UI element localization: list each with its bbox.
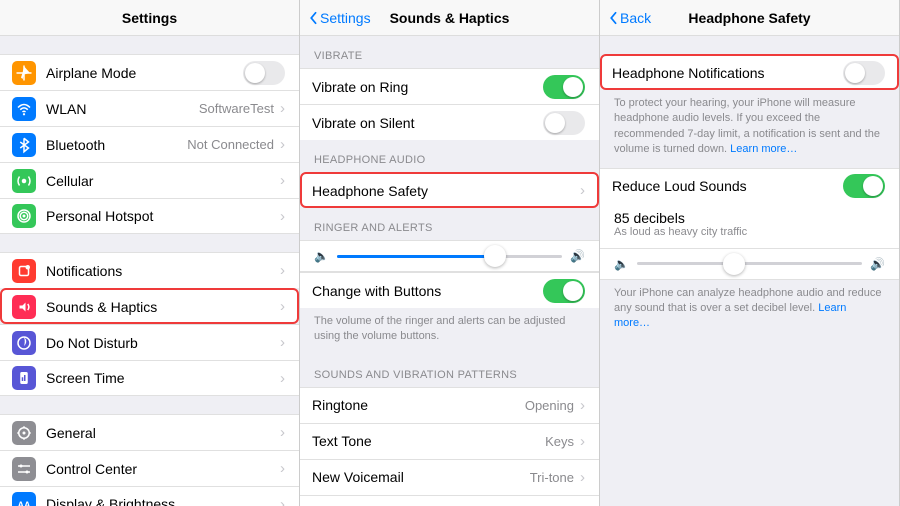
learn-more-link[interactable]: Learn more… [730,143,797,155]
section-header-patterns: SOUNDS AND VIBRATION PATTERNS [300,355,599,387]
chevron-left-icon [308,11,318,25]
chevron-right-icon: › [280,496,285,506]
row-notifications[interactable]: Notifications› [0,252,299,288]
dnd-icon [12,331,36,355]
row-text-tone[interactable]: Text ToneKeys› [300,423,599,459]
page-title: Settings [122,10,177,26]
control-icon [12,457,36,481]
row-calendar-alerts[interactable]: Calendar AlertsChord› [300,495,599,506]
toggle[interactable] [543,75,585,99]
toggle[interactable] [843,61,885,85]
notifications-icon [12,259,36,283]
chevron-right-icon: › [280,136,285,153]
general-icon [12,421,36,445]
chevron-right-icon: › [580,397,585,414]
row-bluetooth[interactable]: BluetoothNot Connected› [0,126,299,162]
row-vibrate-ring[interactable]: Vibrate on Ring [300,68,599,104]
slider[interactable] [637,262,862,265]
slider[interactable] [337,255,562,258]
row-reduce-loud-sounds[interactable]: Reduce Loud Sounds [600,168,899,204]
chevron-right-icon: › [580,182,585,199]
navbar: Settings [0,0,299,36]
row-decibel-slider[interactable]: 🔈 🔊 [600,249,899,280]
section-footer: To protect your hearing, your iPhone wil… [600,90,899,168]
chevron-left-icon [608,11,618,25]
chevron-right-icon: › [280,424,285,441]
row-display-brightness[interactable]: AADisplay & Brightness› [0,486,299,506]
volume-high-icon: 🔊 [870,257,885,271]
chevron-right-icon: › [280,460,285,477]
row-wlan[interactable]: WLANSoftwareTest› [0,90,299,126]
screentime-icon [12,366,36,390]
section-header-headphone: HEADPHONE AUDIO [300,140,599,172]
volume-low-icon: 🔈 [614,257,629,271]
chevron-right-icon: › [580,433,585,450]
cellular-icon [12,169,36,193]
chevron-right-icon: › [280,208,285,225]
row-headphone-safety[interactable]: Headphone Safety › [300,172,599,208]
toggle[interactable] [543,279,585,303]
display-icon: AA [12,492,36,506]
row-general[interactable]: General› [0,414,299,450]
row-do-not-disturb[interactable]: Do Not Disturb› [0,324,299,360]
svg-text:AA: AA [18,500,31,506]
bluetooth-icon [12,133,36,157]
back-button[interactable]: Settings [308,10,371,26]
chevron-right-icon: › [580,469,585,486]
page-title: Headphone Safety [688,10,810,26]
headphone-safety-panel: Back Headphone Safety Headphone Notifica… [600,0,900,506]
section-footer: Your iPhone can analyze headphone audio … [600,280,899,342]
navbar: Settings Sounds & Haptics [300,0,599,36]
row-decibel-readout: 85 decibels As loud as heavy city traffi… [600,204,899,249]
toggle[interactable] [543,111,585,135]
wifi-icon [12,97,36,121]
section-footer: The volume of the ringer and alerts can … [300,308,599,355]
back-button[interactable]: Back [608,10,651,26]
row-ringtone[interactable]: RingtoneOpening› [300,387,599,423]
chevron-right-icon: › [280,298,285,315]
volume-low-icon: 🔈 [314,249,329,263]
hotspot-icon [12,204,36,228]
row-ringer-slider[interactable]: 🔈 🔊 [300,240,599,272]
row-cellular[interactable]: Cellular› [0,162,299,198]
toggle[interactable] [843,174,885,198]
row-airplane-mode[interactable]: Airplane Mode [0,54,299,90]
chevron-right-icon: › [280,100,285,117]
chevron-right-icon: › [280,172,285,189]
row-personal-hotspot[interactable]: Personal Hotspot› [0,198,299,234]
settings-panel: Settings Airplane ModeWLANSoftwareTest›B… [0,0,300,506]
row-screen-time[interactable]: Screen Time› [0,360,299,396]
sounds-icon [12,295,36,319]
row-change-with-buttons[interactable]: Change with Buttons [300,272,599,308]
section-header-vibrate: VIBRATE [300,36,599,68]
chevron-right-icon: › [280,370,285,387]
chevron-right-icon: › [280,262,285,279]
sounds-haptics-panel: Settings Sounds & Haptics VIBRATE Vibrat… [300,0,600,506]
volume-high-icon: 🔊 [570,249,585,263]
toggle[interactable] [243,61,285,85]
chevron-right-icon: › [280,334,285,351]
airplane-icon [12,61,36,85]
row-headphone-notifications[interactable]: Headphone Notifications [600,54,899,90]
row-control-center[interactable]: Control Center› [0,450,299,486]
page-title: Sounds & Haptics [390,10,510,26]
row-vibrate-silent[interactable]: Vibrate on Silent [300,104,599,140]
row-sounds-haptics[interactable]: Sounds & Haptics› [0,288,299,324]
navbar: Back Headphone Safety [600,0,899,36]
section-header-ringer: RINGER AND ALERTS [300,208,599,240]
row-new-voicemail[interactable]: New VoicemailTri-tone› [300,459,599,495]
